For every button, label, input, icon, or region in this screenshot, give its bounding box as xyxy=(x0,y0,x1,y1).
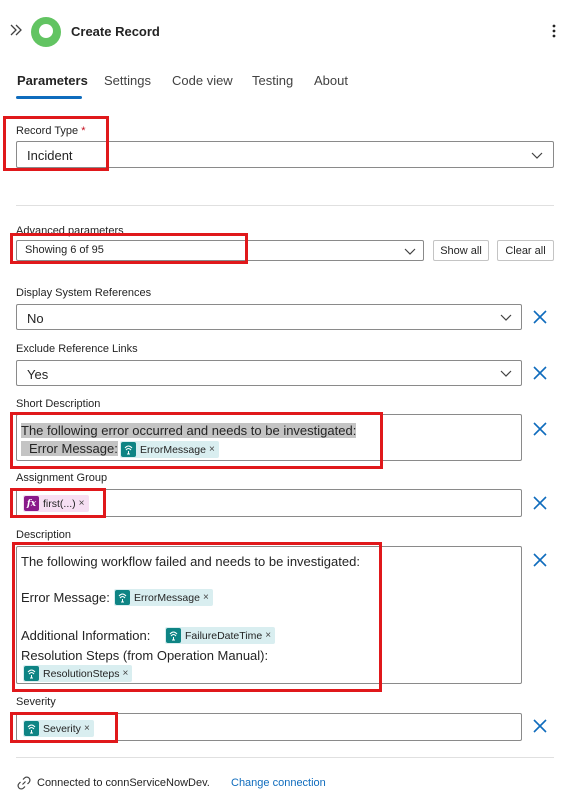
function-icon: fx xyxy=(24,496,39,511)
token-label: ErrorMessage xyxy=(134,591,200,604)
close-icon[interactable] xyxy=(532,495,548,511)
token-label: ResolutionSteps xyxy=(43,667,120,680)
record-type-label: Record Type * xyxy=(16,125,86,137)
dynamic-content-icon xyxy=(24,666,39,681)
description-label: Description xyxy=(16,529,72,541)
resolution-steps-token[interactable]: ResolutionSteps × xyxy=(23,665,133,682)
exclude-reference-links-value: Yes xyxy=(27,367,49,382)
double-chevron-right-icon[interactable] xyxy=(9,23,23,37)
chevron-down-icon xyxy=(500,314,512,321)
connection-status: Connected to connServiceNowDev. xyxy=(37,777,210,789)
chevron-down-icon xyxy=(500,370,512,377)
token-label: FailureDateTime xyxy=(185,629,263,642)
tab-code-view[interactable]: Code view xyxy=(172,73,233,88)
required-mark: * xyxy=(81,125,86,137)
first-expression-token[interactable]: fx first(...) × xyxy=(23,495,89,512)
description-steps-label: Resolution Steps (from Operation Manual)… xyxy=(21,648,269,663)
dynamic-content-icon xyxy=(166,628,181,643)
close-icon[interactable] xyxy=(532,365,548,381)
exclude-reference-links-dropdown[interactable]: Yes xyxy=(16,360,522,386)
assignment-group-editor[interactable]: fx first(...) × xyxy=(16,489,522,517)
short-description-line2: Error Message: xyxy=(21,441,118,456)
token-remove-icon[interactable]: × xyxy=(122,668,128,679)
short-description-label: Short Description xyxy=(16,398,101,410)
divider xyxy=(16,205,554,206)
assignment-group-label: Assignment Group xyxy=(16,472,108,484)
close-icon[interactable] xyxy=(532,552,548,568)
severity-token[interactable]: Severity × xyxy=(23,720,94,737)
error-message-token[interactable]: ErrorMessage × xyxy=(114,589,213,606)
divider xyxy=(16,757,554,758)
severity-editor[interactable]: Severity × xyxy=(16,713,522,741)
chevron-down-icon xyxy=(531,152,543,159)
failure-date-time-token[interactable]: FailureDateTime × xyxy=(165,627,276,644)
token-remove-icon[interactable]: × xyxy=(209,444,215,455)
severity-label: Severity xyxy=(16,696,56,708)
tab-about[interactable]: About xyxy=(314,73,348,88)
close-icon[interactable] xyxy=(532,309,548,325)
active-tab-indicator xyxy=(16,96,82,99)
description-error-label: Error Message: xyxy=(21,590,110,605)
clear-all-button[interactable]: Clear all xyxy=(497,240,554,261)
display-system-references-label: Display System References xyxy=(16,287,152,299)
tab-parameters[interactable]: Parameters xyxy=(17,73,88,88)
advanced-parameters-label: Advanced parameters xyxy=(16,225,124,237)
dynamic-content-icon xyxy=(115,590,130,605)
chevron-down-icon xyxy=(404,248,416,255)
record-type-value: Incident xyxy=(27,148,73,163)
display-system-references-value: No xyxy=(27,311,44,326)
short-description-line1: The following error occurred and needs t… xyxy=(21,423,357,438)
app-logo-icon xyxy=(31,17,61,47)
link-icon xyxy=(17,776,31,790)
description-line1: The following workflow failed and needs … xyxy=(21,554,360,569)
show-all-button[interactable]: Show all xyxy=(433,240,489,261)
token-remove-icon[interactable]: × xyxy=(84,723,90,734)
description-info-label: Additional Information: xyxy=(21,628,151,643)
error-message-token[interactable]: ErrorMessage × xyxy=(120,441,219,458)
dynamic-content-icon xyxy=(24,721,39,736)
tab-settings[interactable]: Settings xyxy=(104,73,151,88)
header: Create Record xyxy=(0,0,564,60)
change-connection-link[interactable]: Change connection xyxy=(231,777,326,789)
token-label: first(...) xyxy=(43,497,76,510)
display-system-references-dropdown[interactable]: No xyxy=(16,304,522,330)
token-remove-icon[interactable]: × xyxy=(265,630,271,641)
close-icon[interactable] xyxy=(532,421,548,437)
token-remove-icon[interactable]: × xyxy=(203,592,209,603)
record-type-dropdown[interactable]: Incident xyxy=(16,141,554,168)
exclude-reference-links-label: Exclude Reference Links xyxy=(16,343,138,355)
token-remove-icon[interactable]: × xyxy=(79,498,85,509)
short-description-editor[interactable]: The following error occurred and needs t… xyxy=(16,414,522,461)
dynamic-content-icon xyxy=(121,442,136,457)
description-editor[interactable]: The following workflow failed and needs … xyxy=(16,546,522,684)
advanced-parameters-dropdown[interactable]: Showing 6 of 95 xyxy=(16,240,424,261)
token-label: Severity xyxy=(43,722,81,735)
token-label: ErrorMessage xyxy=(140,443,206,456)
page-title: Create Record xyxy=(71,24,160,39)
advanced-parameters-value: Showing 6 of 95 xyxy=(25,244,104,256)
more-vertical-icon[interactable] xyxy=(546,23,562,39)
tab-testing[interactable]: Testing xyxy=(252,73,293,88)
close-icon[interactable] xyxy=(532,718,548,734)
